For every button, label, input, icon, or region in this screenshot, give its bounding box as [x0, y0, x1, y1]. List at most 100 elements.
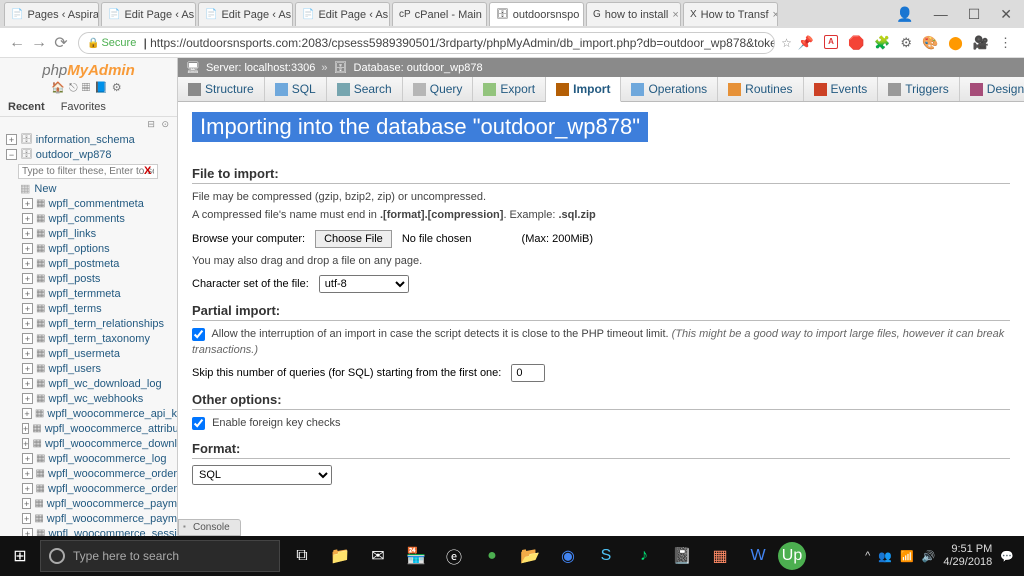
- expand-icon[interactable]: +: [22, 453, 33, 464]
- fk-checks-checkbox[interactable]: [192, 417, 205, 430]
- table-node[interactable]: +▦wpfl_usermeta: [18, 346, 177, 361]
- expand-icon[interactable]: +: [22, 498, 31, 509]
- taskbar-app[interactable]: 📁: [322, 536, 358, 576]
- close-tab-icon[interactable]: ×: [672, 9, 678, 21]
- table-node[interactable]: +▦wpfl_links: [18, 226, 177, 241]
- expand-icon[interactable]: +: [22, 243, 33, 254]
- clear-filter-icon[interactable]: X: [144, 165, 151, 177]
- expand-icon[interactable]: +: [22, 513, 31, 524]
- tab-search[interactable]: Search: [327, 77, 403, 101]
- url-input[interactable]: Secure | https://outdoorsnsports.com:208…: [78, 32, 775, 54]
- expand-icon[interactable]: +: [22, 303, 33, 314]
- table-node[interactable]: +▦wpfl_commentmeta: [18, 196, 177, 211]
- browser-tab[interactable]: 📄Edit Page ‹ As×: [198, 2, 293, 26]
- docs-icon[interactable]: 📘: [94, 82, 112, 94]
- expand-icon[interactable]: +: [22, 198, 33, 209]
- table-node[interactable]: +▦wpfl_term_taxonomy: [18, 331, 177, 346]
- skip-input[interactable]: [511, 364, 545, 382]
- allow-interrupt-checkbox[interactable]: [192, 328, 205, 341]
- settings-icon[interactable]: ⚙: [112, 82, 126, 94]
- tab-designer[interactable]: Designer: [960, 77, 1024, 101]
- logout-icon[interactable]: ⎋: [69, 82, 82, 94]
- tab-structure[interactable]: Structure: [178, 77, 265, 101]
- taskbar-app[interactable]: S: [588, 536, 624, 576]
- new-table-link[interactable]: ▦New: [2, 181, 177, 196]
- format-select[interactable]: SQL: [192, 465, 332, 485]
- ext-icon[interactable]: 🧩: [874, 35, 890, 51]
- tab-query[interactable]: Query: [403, 77, 474, 101]
- taskbar-app[interactable]: 📂: [512, 536, 548, 576]
- breadcrumb-server[interactable]: Server: localhost:3306: [206, 62, 315, 74]
- ext-icon[interactable]: 🎨: [922, 35, 938, 51]
- tab-export[interactable]: Export: [473, 77, 546, 101]
- table-node[interactable]: +▦wpfl_woocommerce_api_k: [18, 406, 177, 421]
- close-tab-icon[interactable]: ×: [486, 9, 487, 21]
- expand-icon[interactable]: +: [22, 393, 33, 404]
- ext-icon[interactable]: 🎥: [973, 35, 989, 51]
- table-node[interactable]: +▦wpfl_woocommerce_order: [18, 466, 177, 481]
- browser-tab[interactable]: 🗄outdoorsnspo×: [489, 2, 584, 26]
- sql-icon[interactable]: ▦: [82, 82, 94, 94]
- browser-tab[interactable]: 📄Pages ‹ Aspira×: [4, 2, 99, 26]
- taskbar-app[interactable]: 🏪: [398, 536, 434, 576]
- expand-icon[interactable]: +: [22, 468, 33, 479]
- maximize-icon[interactable]: ☐: [968, 6, 981, 23]
- expand-icon[interactable]: +: [22, 483, 33, 494]
- back-button[interactable]: ←: [6, 34, 28, 52]
- table-node[interactable]: +▦wpfl_posts: [18, 271, 177, 286]
- wifi-icon[interactable]: 📶: [900, 550, 914, 563]
- taskbar-app[interactable]: 📓: [664, 536, 700, 576]
- expand-icon[interactable]: +: [22, 213, 33, 224]
- expand-icon[interactable]: +: [22, 363, 33, 374]
- expand-icon[interactable]: +: [22, 528, 33, 536]
- tab-events[interactable]: Events: [804, 77, 879, 101]
- db-node[interactable]: −🗄outdoor_wp878: [2, 147, 177, 162]
- expand-icon[interactable]: +: [22, 378, 33, 389]
- taskbar-app[interactable]: ◉: [550, 536, 586, 576]
- close-tab-icon[interactable]: ×: [773, 9, 778, 21]
- browser-tab[interactable]: Ghow to install×: [586, 2, 681, 26]
- table-node[interactable]: +▦wpfl_woocommerce_attribu: [18, 421, 177, 436]
- browser-tab[interactable]: 📄Edit Page ‹ As×: [101, 2, 196, 26]
- start-button[interactable]: ⊞: [0, 536, 40, 576]
- table-node[interactable]: +▦wpfl_comments: [18, 211, 177, 226]
- expand-icon[interactable]: +: [22, 288, 33, 299]
- tab-import[interactable]: Import: [546, 77, 621, 102]
- taskbar-app[interactable]: Up: [778, 542, 806, 570]
- notifications-icon[interactable]: 💬: [1000, 550, 1014, 563]
- table-node[interactable]: +▦wpfl_woocommerce_sessi: [18, 526, 177, 536]
- tab-routines[interactable]: Routines: [718, 77, 803, 101]
- choose-file-button[interactable]: Choose File: [315, 230, 392, 248]
- breadcrumb-db[interactable]: Database: outdoor_wp878: [354, 62, 483, 74]
- people-icon[interactable]: 👥: [878, 550, 892, 563]
- expand-icon[interactable]: +: [22, 438, 29, 449]
- console-toggle[interactable]: Console: [178, 519, 241, 536]
- table-node[interactable]: +▦wpfl_wc_webhooks: [18, 391, 177, 406]
- tab-operations[interactable]: Operations: [621, 77, 718, 101]
- taskbar-app[interactable]: ▦: [702, 536, 738, 576]
- table-node[interactable]: +▦wpfl_woocommerce_downl: [18, 436, 177, 451]
- collapse-icon[interactable]: −: [6, 149, 17, 160]
- reload-button[interactable]: ⟳: [50, 33, 72, 53]
- table-node[interactable]: +▦wpfl_woocommerce_paym: [18, 511, 177, 526]
- tab-sql[interactable]: SQL: [265, 77, 327, 101]
- expand-icon[interactable]: +: [22, 273, 33, 284]
- ext-icon[interactable]: 🛑: [848, 35, 864, 51]
- expand-icon[interactable]: +: [22, 318, 33, 329]
- taskbar-app[interactable]: ✉: [360, 536, 396, 576]
- user-icon[interactable]: 👤: [896, 6, 913, 23]
- taskbar-app[interactable]: ⓔ: [436, 536, 472, 576]
- filter-input[interactable]: [18, 164, 158, 179]
- table-node[interactable]: +▦wpfl_term_relationships: [18, 316, 177, 331]
- charset-select[interactable]: utf-8: [319, 275, 409, 293]
- table-node[interactable]: +▦wpfl_woocommerce_paym: [18, 496, 177, 511]
- db-node[interactable]: +🗄information_schema: [2, 132, 177, 147]
- task-view-icon[interactable]: ⧉: [284, 536, 320, 576]
- home-icon[interactable]: 🏠: [51, 82, 69, 94]
- close-window-icon[interactable]: ✕: [1000, 6, 1012, 23]
- expand-icon[interactable]: +: [22, 333, 33, 344]
- taskbar-search[interactable]: Type here to search: [40, 540, 280, 572]
- expand-icon[interactable]: +: [22, 423, 29, 434]
- menu-icon[interactable]: ⋮: [999, 35, 1012, 51]
- expand-icon[interactable]: +: [22, 408, 32, 419]
